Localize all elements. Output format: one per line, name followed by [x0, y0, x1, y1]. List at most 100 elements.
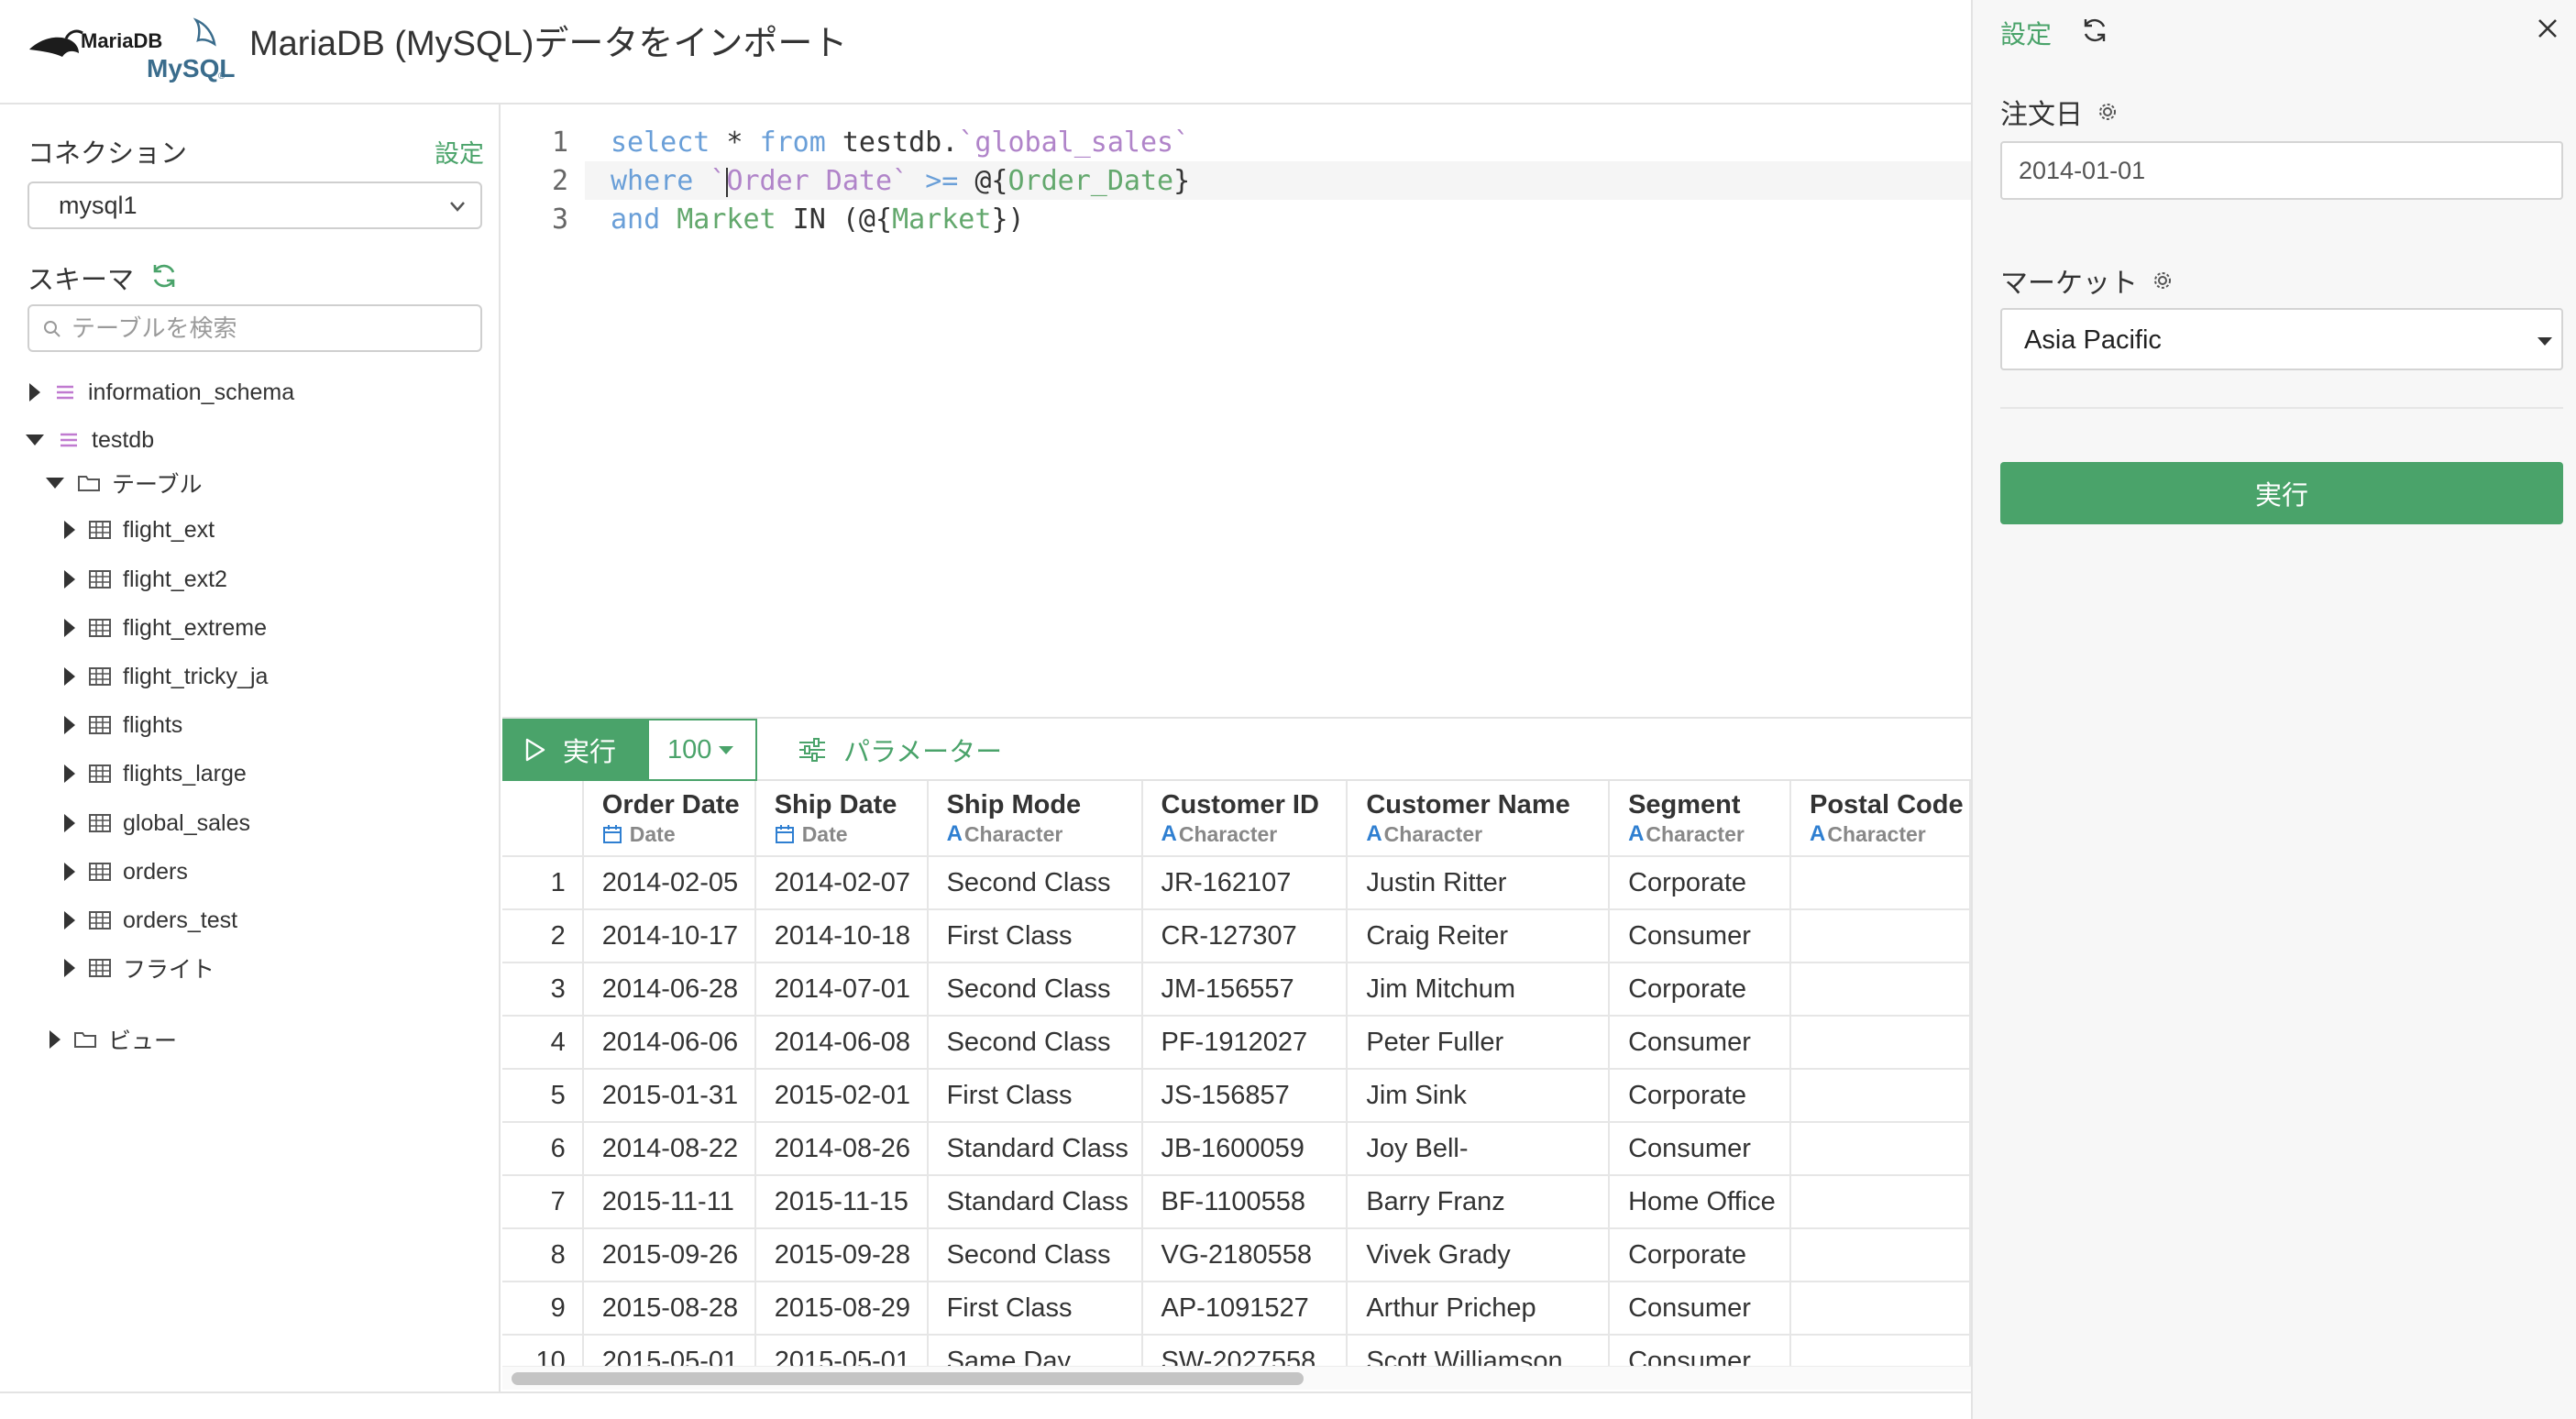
row-number[interactable]: 1 [502, 856, 584, 910]
gear-icon[interactable] [2097, 102, 2118, 122]
table-cell[interactable]: 2014-06-06 [582, 1016, 756, 1070]
table-row[interactable]: 1 2014-02-05 2014-02-07 Second Class JR-1621… [502, 856, 1971, 910]
code-line[interactable]: select * from testdb.`global_sales` [611, 126, 1190, 159]
table-cell[interactable]: Justin Ritter [1347, 856, 1611, 910]
table-cell[interactable] [1789, 962, 1971, 1017]
row-number[interactable]: 6 [502, 1122, 584, 1176]
table-cell[interactable]: Joy Bell- [1347, 1122, 1611, 1176]
table-cell[interactable] [1789, 1069, 1971, 1123]
tree-table-item[interactable]: flight_extreme [64, 610, 267, 646]
run-parameters-button[interactable]: 実行 [2000, 462, 2563, 524]
column-header[interactable]: Customer Name A Character [1347, 781, 1611, 857]
table-cell[interactable]: Second Class [927, 856, 1143, 910]
table-row[interactable]: 7 2015-11-11 2015-11-15 Standard Class BF-11… [502, 1175, 1971, 1229]
column-header[interactable]: Ship Mode A Character [927, 781, 1143, 857]
table-cell[interactable]: Second Class [927, 962, 1143, 1017]
table-cell[interactable] [1789, 1175, 1971, 1229]
table-cell[interactable]: 2015-02-01 [754, 1069, 929, 1123]
scrollbar-thumb[interactable] [512, 1372, 1304, 1385]
table-row[interactable]: 9 2015-08-28 2015-08-29 First Class AP-10915… [502, 1282, 1971, 1336]
table-cell[interactable]: First Class [927, 1282, 1143, 1336]
table-cell[interactable]: 2014-07-01 [754, 962, 929, 1017]
tree-table-item[interactable]: orders [64, 853, 188, 890]
table-cell[interactable]: Corporate [1609, 1069, 1791, 1123]
table-cell[interactable] [1789, 1016, 1971, 1070]
table-cell[interactable]: 2014-10-17 [582, 909, 756, 963]
table-cell[interactable]: Standard Class [927, 1122, 1143, 1176]
table-cell[interactable]: 2015-11-15 [754, 1175, 929, 1229]
table-cell[interactable]: 2015-11-11 [582, 1175, 756, 1229]
table-cell[interactable]: Peter Fuller [1347, 1016, 1611, 1070]
table-cell[interactable]: Vivek Grady [1347, 1228, 1611, 1282]
tree-table-item[interactable]: global_sales [64, 805, 250, 842]
tree-table-item[interactable]: flight_tricky_ja [64, 658, 268, 695]
table-cell[interactable]: First Class [927, 1069, 1143, 1123]
table-cell[interactable]: 2014-08-26 [754, 1122, 929, 1176]
table-row[interactable]: 10 2015-05-01 2015-05-01 Same Day SW-2027558… [502, 1335, 1971, 1368]
table-cell[interactable]: 2014-02-07 [754, 856, 929, 910]
table-cell[interactable]: First Class [927, 909, 1143, 963]
table-cell[interactable] [1789, 1335, 1971, 1368]
table-cell[interactable]: 2015-08-29 [754, 1282, 929, 1336]
run-query-button[interactable]: 実行 [502, 719, 647, 781]
table-cell[interactable] [1789, 1228, 1971, 1282]
column-header[interactable]: Order Date Date [582, 781, 756, 857]
table-cell[interactable]: 2014-06-28 [582, 962, 756, 1017]
table-cell[interactable]: JS-156857 [1141, 1069, 1349, 1123]
table-cell[interactable] [1789, 856, 1971, 910]
table-row[interactable]: 4 2014-06-06 2014-06-08 Second Class PF-1912… [502, 1016, 1971, 1070]
table-cell[interactable]: Jim Mitchum [1347, 962, 1611, 1017]
row-number[interactable]: 2 [502, 909, 584, 963]
table-cell[interactable]: 2014-02-05 [582, 856, 756, 910]
row-number[interactable]: 4 [502, 1016, 584, 1070]
table-cell[interactable]: JB-1600059 [1141, 1122, 1349, 1176]
table-cell[interactable]: Consumer [1609, 1282, 1791, 1336]
table-cell[interactable]: 2015-01-31 [582, 1069, 756, 1123]
table-cell[interactable] [1789, 1282, 1971, 1336]
table-cell[interactable]: Arthur Prichep [1347, 1282, 1611, 1336]
table-cell[interactable]: 2014-06-08 [754, 1016, 929, 1070]
table-cell[interactable]: SW-2027558 [1141, 1335, 1349, 1368]
table-cell[interactable]: Standard Class [927, 1175, 1143, 1229]
table-cell[interactable]: 2015-05-01 [582, 1335, 756, 1368]
table-search-input[interactable] [70, 312, 464, 345]
table-cell[interactable] [1789, 909, 1971, 963]
row-number[interactable]: 7 [502, 1175, 584, 1229]
market-select[interactable]: Asia Pacific [2000, 308, 2563, 370]
table-cell[interactable]: Consumer [1609, 1122, 1791, 1176]
table-row[interactable]: 6 2014-08-22 2014-08-26 Standard Class JB-16… [502, 1122, 1971, 1176]
tree-schema-testdb[interactable]: testdb [26, 422, 154, 458]
tree-table-item[interactable]: フライト [64, 950, 215, 986]
refresh-icon[interactable] [149, 260, 180, 292]
table-row[interactable]: 8 2015-09-26 2015-09-28 Second Class VG-2180… [502, 1228, 1971, 1282]
table-cell[interactable]: Corporate [1609, 1228, 1791, 1282]
table-cell[interactable]: 2014-08-22 [582, 1122, 756, 1176]
tree-table-item[interactable]: flights [64, 707, 182, 743]
table-cell[interactable]: Consumer [1609, 1016, 1791, 1070]
table-cell[interactable]: Barry Franz [1347, 1175, 1611, 1229]
column-header[interactable]: Segment A Character [1609, 781, 1791, 857]
code-line[interactable]: where `Order Date` >= @{Order_Date} [611, 165, 1190, 197]
order-date-input[interactable] [2000, 141, 2563, 200]
table-cell[interactable]: CR-127307 [1141, 909, 1349, 963]
table-row[interactable]: 2 2014-10-17 2014-10-18 First Class CR-12730… [502, 909, 1971, 963]
table-row[interactable]: 5 2015-01-31 2015-02-01 First Class JS-15685… [502, 1069, 1971, 1123]
table-cell[interactable]: Consumer [1609, 909, 1791, 963]
tree-folder-views[interactable]: ビュー [50, 1021, 177, 1058]
column-header[interactable]: Customer ID A Character [1141, 781, 1349, 857]
table-cell[interactable]: 2014-10-18 [754, 909, 929, 963]
row-number[interactable]: 9 [502, 1282, 584, 1336]
table-search[interactable] [28, 304, 482, 352]
connection-settings-link[interactable]: 設定 [435, 134, 484, 170]
connection-select[interactable]: mysql1 [28, 182, 482, 229]
row-number[interactable]: 3 [502, 962, 584, 1017]
row-number[interactable]: 5 [502, 1069, 584, 1123]
tree-table-item[interactable]: flights_large [64, 755, 247, 792]
table-cell[interactable]: BF-1100558 [1141, 1175, 1349, 1229]
close-icon[interactable] [2534, 15, 2561, 42]
table-cell[interactable] [1789, 1122, 1971, 1176]
row-number[interactable]: 10 [502, 1335, 584, 1368]
table-cell[interactable]: AP-1091527 [1141, 1282, 1349, 1336]
tree-table-item[interactable]: orders_test [64, 902, 237, 939]
table-cell[interactable]: 2015-09-28 [754, 1228, 929, 1282]
